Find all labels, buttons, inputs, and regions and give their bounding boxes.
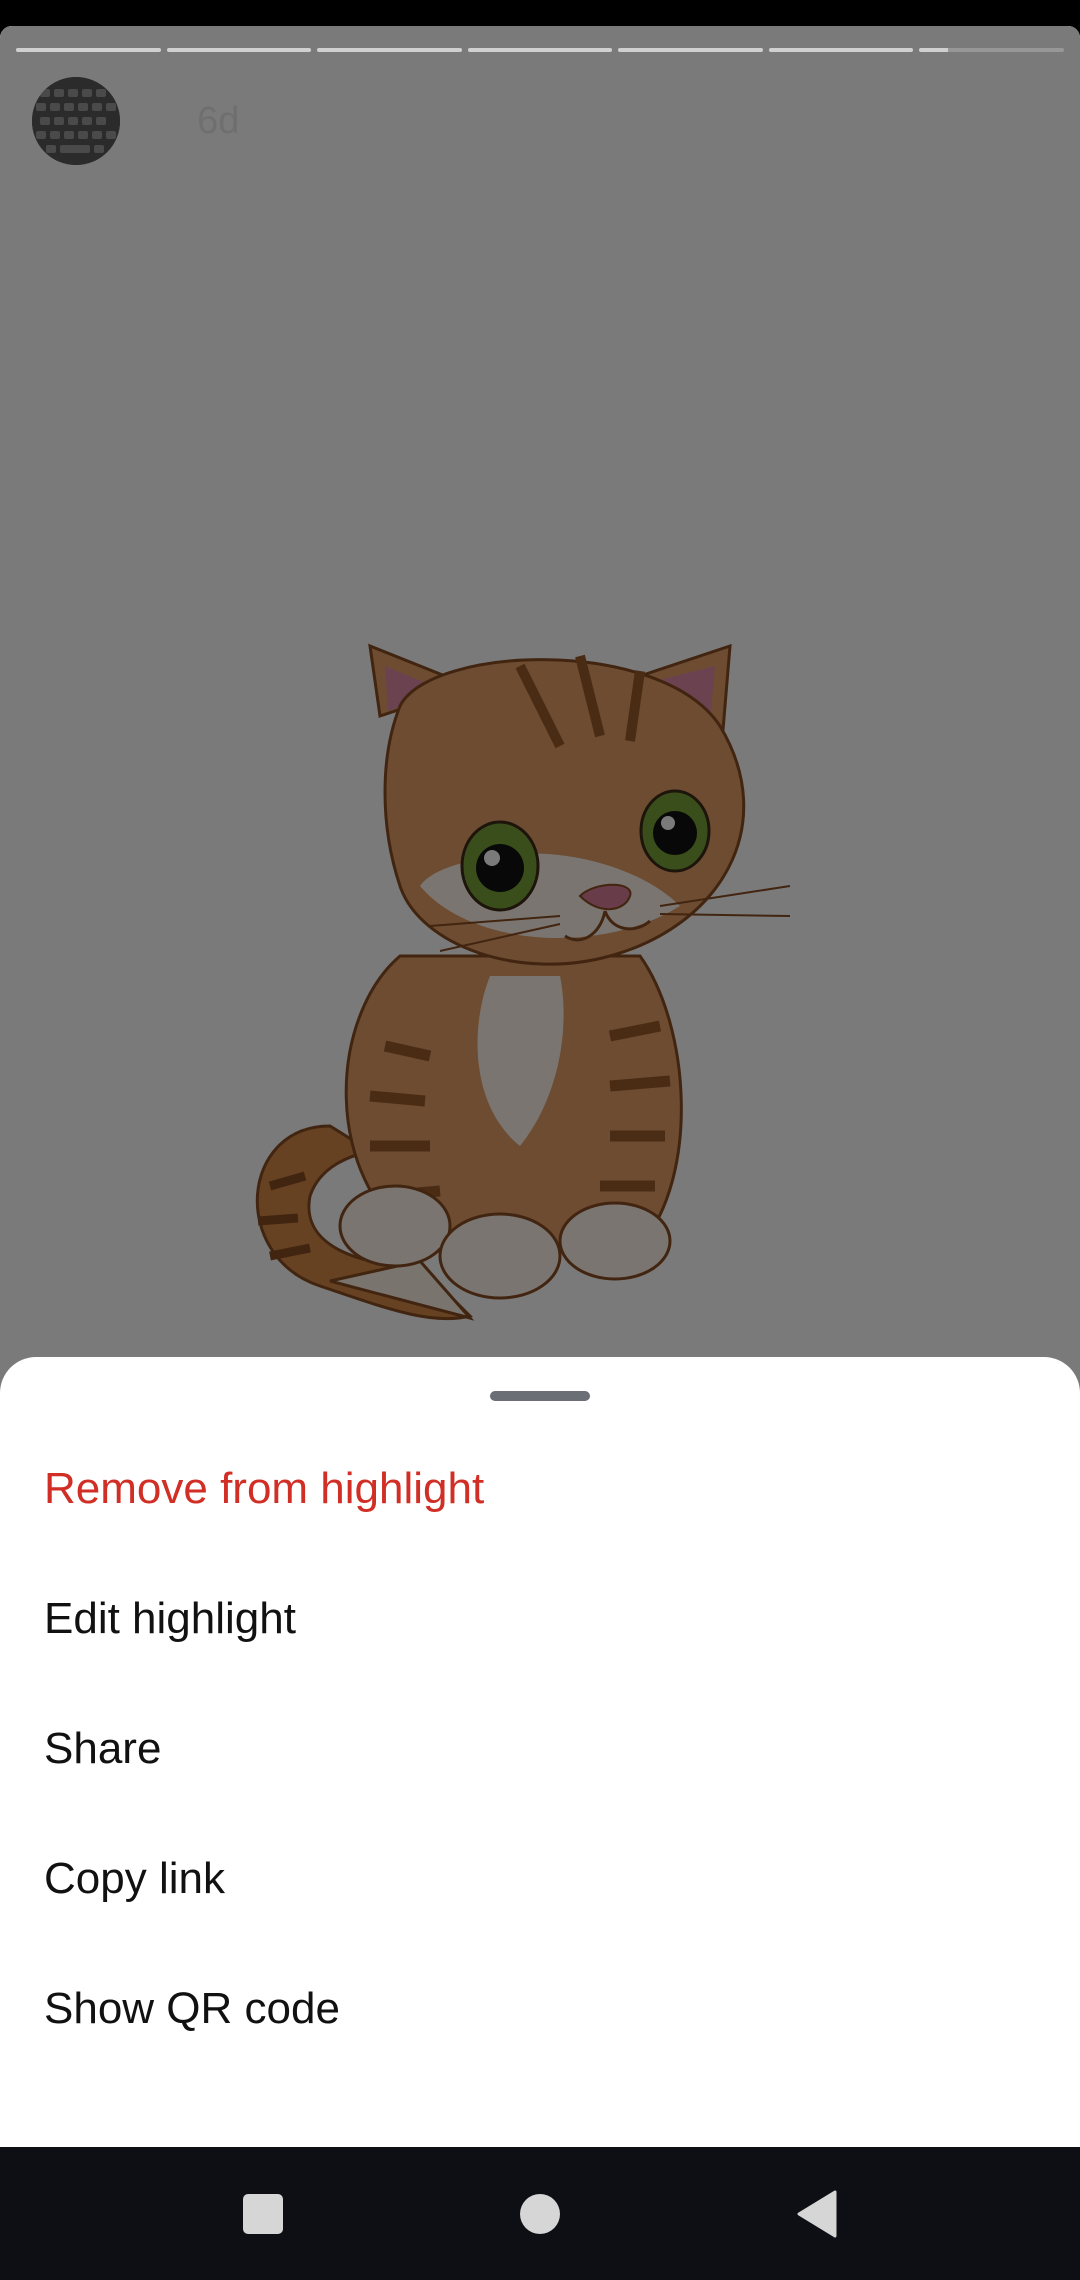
home-circle-icon[interactable] [503,2177,577,2251]
progress-segment-6 [768,48,914,52]
progress-fill [166,48,312,52]
edit-highlight-button[interactable]: Edit highlight [0,1554,1080,1684]
back-triangle-icon[interactable] [780,2177,854,2251]
options-menu: Remove from highlight Edit highlight Sha… [0,1424,1080,2074]
progress-segment-1 [16,48,161,52]
story-count: 3 [150,99,172,142]
progress-segment-3 [317,48,462,52]
status-bar [0,0,1080,26]
dim-overlay [0,26,1080,1400]
progress-segment-5 [618,48,763,52]
avatar[interactable] [32,77,120,165]
progress-segment-2 [166,48,312,52]
progress-fill [467,48,613,52]
progress-fill [317,48,462,52]
share-button[interactable]: Share [0,1684,1080,1814]
copy-link-button[interactable]: Copy link [0,1814,1080,1944]
screen: 3 6d Remove from highlight Edit highligh… [0,0,1080,2280]
progress-fill [16,48,161,52]
progress-fill [919,48,949,52]
progress-fill [768,48,914,52]
progress-segment-7 [919,48,1065,52]
drag-handle[interactable] [490,1391,590,1401]
show-qr-code-button[interactable]: Show QR code [0,1944,1080,2074]
remove-from-highlight-button[interactable]: Remove from highlight [0,1424,1080,1554]
story-age: 6d [197,99,240,142]
story-progress [16,48,1065,52]
story-header: 3 6d [32,76,239,166]
story-viewer[interactable]: 3 6d [0,26,1080,1400]
recents-square-icon[interactable] [226,2177,300,2251]
progress-fill [618,48,763,52]
system-nav-bar [0,2147,1080,2280]
progress-segment-4 [467,48,613,52]
bottom-sheet: Remove from highlight Edit highlight Sha… [0,1357,1080,2147]
